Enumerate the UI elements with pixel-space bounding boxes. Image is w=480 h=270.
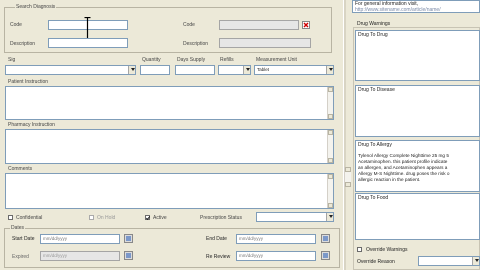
patient-instruction-scrollbar[interactable] (327, 87, 333, 119)
expired-label: Expired (12, 254, 29, 260)
drug-to-allergy-scrollbar[interactable] (344, 167, 351, 187)
expired-input: mm/dd/yyyy (40, 251, 120, 261)
drug-to-allergy-box: Drug To Allergy Tylenol Allergy Complete… (355, 140, 480, 192)
days-supply-label: Days Supply (177, 57, 206, 63)
override-reason-label: Override Reason (357, 259, 395, 265)
active-label: Active (153, 215, 167, 221)
re-review-input[interactable]: mm/dd/yyyy (236, 251, 316, 261)
patient-instruction-label: Patient Instruction (8, 79, 49, 85)
quantity-input[interactable] (140, 65, 170, 75)
measurement-unit-label: Measurement Unit (256, 57, 297, 63)
comments-label: Comments (8, 166, 33, 172)
quantity-label: Quantity (142, 57, 161, 63)
prescription-status-select[interactable] (256, 212, 334, 222)
panel-divider (343, 0, 346, 270)
re-review-label: Re Review (206, 254, 231, 260)
days-supply-input[interactable] (175, 65, 215, 75)
right-description-label: Description (183, 41, 209, 47)
override-reason-select[interactable] (418, 256, 480, 266)
sig-select[interactable] (5, 65, 136, 75)
allergy-text-line: allergic reaction in the patient. (358, 177, 421, 182)
expired-calendar-icon[interactable] (124, 251, 133, 260)
drug-to-food-box: Drug To Food (355, 193, 480, 240)
pharmacy-instruction-scrollbar[interactable] (327, 130, 333, 163)
dates-label: Dates (10, 225, 26, 231)
drug-to-disease-box: Drug To Disease (355, 85, 480, 137)
description-input[interactable] (48, 38, 128, 48)
clear-code-icon[interactable] (302, 21, 310, 29)
pharmacy-instruction-textarea[interactable] (5, 129, 334, 164)
code-label: Code (10, 22, 22, 28)
right-code-label: Code (183, 22, 195, 28)
info-link[interactable]: http://www.sitename.com/article/name/ (355, 7, 441, 14)
drug-to-food-label: Drug To Food (358, 195, 389, 201)
sig-label: Sig (8, 57, 16, 63)
override-warnings-label: Override Warnings (366, 247, 408, 253)
override-warnings-checkbox[interactable] (357, 247, 362, 252)
comments-textarea[interactable] (5, 173, 334, 209)
start-date-label: Start Date (12, 236, 35, 242)
on-hold-label: On Hold (97, 215, 116, 221)
diagnosis-code-field (219, 20, 299, 30)
end-date-calendar-icon[interactable] (321, 234, 330, 243)
start-date-calendar-icon[interactable] (124, 234, 133, 243)
confidential-checkbox[interactable] (8, 215, 13, 220)
measurement-unit-select[interactable]: Tablet (254, 65, 334, 75)
drug-to-disease-label: Drug To Disease (358, 87, 395, 93)
refills-label: Refills (220, 57, 234, 63)
active-checkbox[interactable] (145, 215, 150, 220)
comments-scrollbar[interactable] (327, 174, 333, 208)
diagnosis-description-field (219, 38, 311, 48)
start-date-input[interactable]: mm/dd/yyyy (40, 234, 120, 244)
end-date-input[interactable]: mm/dd/yyyy (236, 234, 316, 244)
on-hold-checkbox (89, 215, 94, 220)
end-date-label: End Date (206, 236, 227, 242)
confidential-label: Confidential (16, 215, 43, 221)
drug-to-drug-label: Drug To Drug (358, 32, 388, 38)
info-box: For general information visit, http://ww… (352, 0, 480, 13)
search-diagnosis-label: Search Diagnosis (15, 4, 57, 10)
re-review-calendar-icon[interactable] (321, 251, 330, 260)
drug-to-allergy-label: Drug To Allergy (358, 142, 392, 148)
refills-select[interactable] (218, 65, 251, 75)
description-label: Description (10, 41, 36, 47)
prescription-status-label: Prescription Status (200, 215, 242, 221)
pharmacy-instruction-label: Pharmacy Instruction (8, 122, 55, 128)
drug-to-drug-box: Drug To Drug (355, 30, 480, 81)
patient-instruction-textarea[interactable] (5, 86, 334, 120)
